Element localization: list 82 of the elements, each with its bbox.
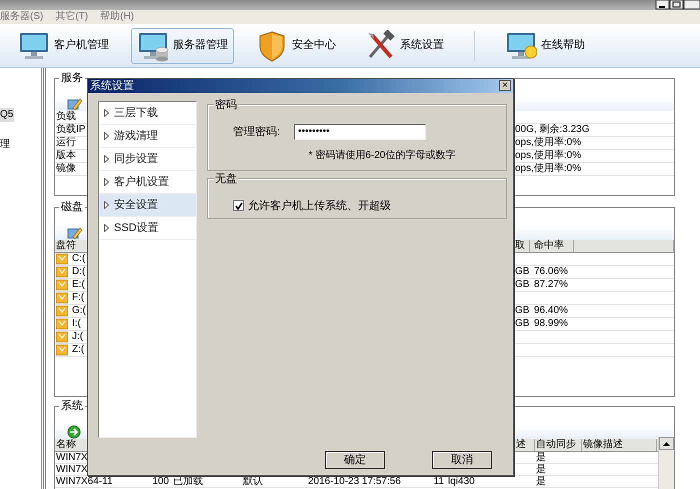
drive-label: E:( xyxy=(72,278,85,290)
row-value: ops,使用率:0% xyxy=(514,150,582,162)
menu-item[interactable]: 帮助(H) xyxy=(100,10,134,24)
drive-label: J:( xyxy=(72,330,84,342)
row-value: 00G, 剩余:3.23G xyxy=(514,124,590,136)
toolbar-button[interactable]: 服务器管理 xyxy=(131,28,234,64)
row-label: 运行 xyxy=(55,136,77,148)
dialog-title: 系统设置 xyxy=(90,79,134,93)
group-title: 密码 xyxy=(214,99,238,111)
drive-label: F:( xyxy=(72,292,84,304)
row-label: 负载IP xyxy=(55,124,86,136)
table-cell-text: WIN7X64-11 xyxy=(55,476,114,486)
drive-icon xyxy=(56,266,68,278)
drive-label: C:( xyxy=(72,252,86,264)
row-label: 镜像 xyxy=(55,162,77,174)
triangle-icon xyxy=(104,155,109,163)
menu-item[interactable]: 其它(T) xyxy=(55,10,88,24)
table-cell-text: 98.99% xyxy=(533,318,569,330)
table-cell: GB xyxy=(514,304,530,316)
drive-icon xyxy=(56,318,68,330)
drive-icon xyxy=(56,344,68,356)
table-cell-text: WIN7X xyxy=(55,464,89,474)
edit-icon xyxy=(67,226,82,240)
edit-icon xyxy=(67,96,82,111)
sidebar-item[interactable]: 理 xyxy=(0,138,14,152)
drive-icon xyxy=(56,292,68,304)
table-cell-text: 96.40% xyxy=(533,304,569,316)
hint-text: * 密码请使用6-20位的字母或数字 xyxy=(308,148,456,163)
field-label: 管理密码: xyxy=(233,124,280,140)
scroll-up-button[interactable] xyxy=(659,437,674,450)
toolbar-button[interactable]: 系统设置 xyxy=(358,28,450,64)
table-cell-text: 100 xyxy=(151,476,170,486)
row-label: 版本 xyxy=(55,150,77,162)
triangle-icon xyxy=(104,132,109,140)
table-cell-text: 87.27% xyxy=(533,278,569,290)
table-cell-text: 11 xyxy=(432,476,445,486)
password-field[interactable]: ••••••••• xyxy=(294,124,426,140)
group-title: 无盘 xyxy=(214,173,238,185)
table-cell-text: 76.06% xyxy=(533,266,569,278)
toolbar-button[interactable]: 客户机管理 xyxy=(12,28,115,64)
table-cell: GB xyxy=(514,266,530,278)
triangle-icon xyxy=(104,224,109,232)
row-value: ops,使用率:0% xyxy=(514,162,582,174)
drive-icon xyxy=(56,278,68,290)
table-cell-text: WIN7X xyxy=(55,452,89,462)
row-value: ops,使用率:0% xyxy=(514,136,582,148)
table-cell: GB xyxy=(514,278,530,290)
triangle-icon xyxy=(104,109,109,117)
column-header: 镜像描述 xyxy=(582,438,657,450)
drive-icon xyxy=(56,304,68,316)
panel-title: 磁盘 xyxy=(59,201,85,213)
column-header: 命中率 xyxy=(530,240,574,252)
table-cell-text: 是 xyxy=(535,464,547,474)
check-icon xyxy=(234,202,242,210)
drive-label: Z:( xyxy=(72,344,84,356)
close-button[interactable]: × xyxy=(499,80,511,91)
table-cell-text: 是 xyxy=(535,476,547,486)
checkbox[interactable] xyxy=(233,200,244,212)
panel-title: 系统 xyxy=(59,400,85,412)
triangle-icon xyxy=(104,201,109,209)
table-cell-text: lqi430 xyxy=(447,476,476,486)
column-header: 自动同步 xyxy=(535,438,582,450)
table-cell: 2016-10-23 17:57:56 xyxy=(307,476,402,486)
menu-item[interactable]: 服务器(S) xyxy=(0,10,44,24)
drive-label: G:( xyxy=(72,304,86,316)
cancel-button[interactable]: 取消 xyxy=(432,451,492,469)
up-arrow-icon xyxy=(663,442,670,446)
triangle-icon xyxy=(104,178,109,186)
drive-label: I:( xyxy=(72,318,81,330)
sidebar-item[interactable]: Q5 xyxy=(0,108,14,122)
nav-item[interactable]: 安全设置 xyxy=(99,194,196,217)
drive-icon xyxy=(56,252,68,264)
table-cell: GB xyxy=(514,318,530,330)
ok-button[interactable]: 确定 xyxy=(325,451,385,469)
toolbar-button[interactable]: 安全中心 xyxy=(250,28,342,64)
drive-icon xyxy=(56,330,68,342)
drive-label: D:( xyxy=(72,266,86,278)
toolbar-button[interactable]: 在线帮助 xyxy=(499,28,591,64)
table-cell-text: 是 xyxy=(535,452,547,462)
checkbox-label: 允许客户机上传系统、开超级 xyxy=(248,198,391,214)
row-label: 负载 xyxy=(55,110,77,122)
panel-title: 服务 xyxy=(59,72,85,84)
